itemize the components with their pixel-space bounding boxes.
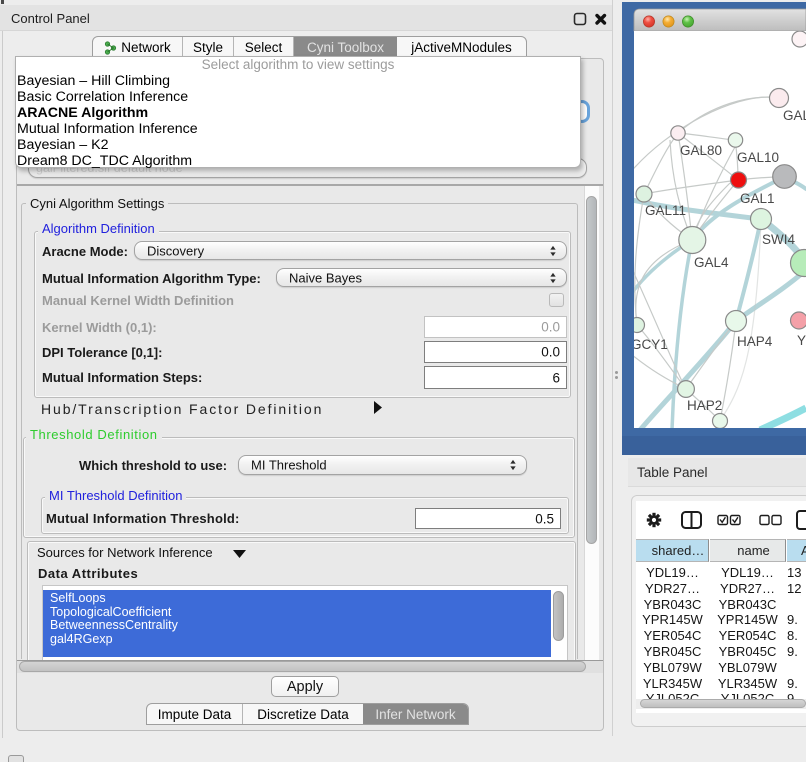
svg-text:HAP2: HAP2 bbox=[687, 398, 722, 413]
svg-text:GAL11: GAL11 bbox=[645, 203, 686, 218]
svg-text:GAL10: GAL10 bbox=[737, 150, 779, 165]
svg-text:GAL1: GAL1 bbox=[740, 191, 775, 206]
svg-text:HAP4: HAP4 bbox=[737, 334, 773, 349]
svg-text:SWI4: SWI4 bbox=[762, 232, 795, 247]
svg-text:GAL2: GAL2 bbox=[783, 108, 806, 123]
svg-text:GAL80: GAL80 bbox=[680, 143, 722, 158]
svg-text:YB: YB bbox=[797, 333, 806, 348]
svg-text:GCY1: GCY1 bbox=[631, 337, 668, 352]
svg-text:GAL4: GAL4 bbox=[694, 255, 729, 270]
